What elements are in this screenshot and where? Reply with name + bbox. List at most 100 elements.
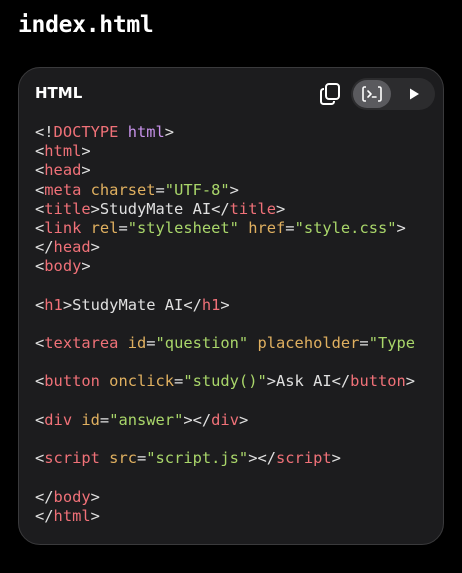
code-token-str: "answer" bbox=[109, 410, 184, 429]
code-line: </html> bbox=[35, 507, 443, 526]
code-line: <body> bbox=[35, 257, 443, 276]
code-line: <html> bbox=[35, 142, 443, 161]
code-token-str: "Type bbox=[368, 334, 416, 353]
code-token-str: "study()" bbox=[183, 372, 267, 391]
code-token-tag: meta bbox=[44, 180, 82, 199]
code-token-punc: > bbox=[405, 372, 416, 391]
code-block-card: HTML <!DOCTYPE html> <html> <head> <meta… bbox=[18, 67, 444, 545]
play-icon bbox=[410, 88, 419, 100]
code-token-punc: < bbox=[35, 180, 45, 199]
code-token-punc: = bbox=[359, 334, 369, 353]
code-token-punc: > bbox=[220, 295, 230, 314]
code-token-punc: = bbox=[155, 180, 165, 199]
code-token-punc: > bbox=[90, 238, 100, 257]
code-token-tag: h1 bbox=[201, 295, 221, 314]
code-token-punc: > bbox=[81, 142, 91, 161]
run-button[interactable] bbox=[395, 80, 433, 108]
code-token-punc: </ bbox=[211, 199, 230, 218]
code-token-punc: < bbox=[35, 410, 45, 429]
code-line: <!DOCTYPE html> bbox=[35, 123, 443, 142]
code-token-tag: html bbox=[44, 142, 82, 161]
code-token-tag: html bbox=[53, 506, 91, 525]
code-token-punc: > bbox=[276, 199, 286, 218]
code-token-attr: src bbox=[109, 449, 137, 468]
code-token-attr: placeholder bbox=[257, 334, 360, 353]
code-token-attr: href bbox=[248, 218, 286, 237]
code-token-attr: id bbox=[81, 410, 100, 429]
code-token-punc: = bbox=[285, 218, 295, 237]
code-token-punc: > bbox=[90, 487, 100, 506]
code-token-str: "script.js" bbox=[146, 449, 249, 468]
code-token-punc: < bbox=[35, 218, 45, 237]
code-token-punc: > bbox=[164, 123, 175, 141]
code-token-punc: < bbox=[35, 334, 45, 353]
code-line: <textarea id="question" placeholder="Typ… bbox=[35, 334, 443, 353]
code-token-punc: > bbox=[238, 410, 249, 429]
code-token-tag: body bbox=[44, 257, 82, 276]
code-token-attr: id bbox=[127, 334, 147, 353]
code-token-punc: = bbox=[99, 410, 110, 429]
code-token-punc: > bbox=[266, 372, 277, 391]
code-view-button[interactable] bbox=[353, 80, 391, 108]
language-label: HTML bbox=[35, 84, 83, 102]
code-token-tag: title bbox=[229, 199, 276, 218]
code-token-punc: < bbox=[35, 161, 45, 180]
code-token-punc: < bbox=[35, 257, 45, 276]
code-line: </body> bbox=[35, 488, 443, 507]
code-token-attr: onclick bbox=[109, 372, 175, 391]
code-token-tag: script bbox=[276, 449, 332, 468]
code-token-tag: title bbox=[44, 199, 91, 218]
code-token-tag: div bbox=[211, 410, 239, 429]
code-token-tag: script bbox=[44, 449, 100, 468]
code-token-punc: > bbox=[90, 199, 100, 218]
code-token-punc: < bbox=[35, 199, 45, 218]
code-token-punc: > bbox=[331, 449, 341, 468]
code-token-punc: > bbox=[90, 506, 100, 525]
view-toggle bbox=[351, 78, 435, 110]
code-token-punc: > bbox=[229, 180, 239, 199]
code-token-tag: head bbox=[53, 238, 91, 257]
code-line: <button onclick="study()">Ask AI</button… bbox=[35, 372, 443, 391]
code-line: <div id="answer"></div> bbox=[35, 411, 443, 430]
code-line: <head> bbox=[35, 161, 443, 180]
code-token-punc: ></ bbox=[248, 449, 277, 468]
code-token-kw: html bbox=[127, 123, 165, 141]
code-token-tag: div bbox=[44, 410, 73, 429]
code-token-str: "style.css" bbox=[294, 218, 397, 237]
code-token-punc: ></ bbox=[183, 410, 212, 429]
code-token-tag: link bbox=[44, 218, 82, 237]
code-token-punc: < bbox=[35, 449, 45, 468]
code-token-str: "question" bbox=[155, 334, 249, 353]
code-token-punc: </ bbox=[35, 506, 54, 525]
code-token-tag: textarea bbox=[44, 334, 119, 353]
code-token-tag: h1 bbox=[44, 295, 63, 314]
code-token-txt: Ask AI bbox=[276, 372, 332, 391]
copy-icon[interactable] bbox=[319, 82, 341, 106]
code-token-punc: </ bbox=[35, 238, 54, 257]
code-token-punc: < bbox=[35, 142, 45, 161]
code-token-punc: > bbox=[62, 295, 73, 314]
code-token-tag: button bbox=[44, 372, 100, 391]
code-token-str: "UTF-8" bbox=[164, 180, 230, 199]
code-content: <!DOCTYPE html> <html> <head> <meta charset… bbox=[35, 123, 443, 526]
code-token-punc: = bbox=[118, 218, 128, 237]
code-token-punc: </ bbox=[331, 372, 351, 391]
code-token-punc: > bbox=[81, 257, 91, 276]
code-token-punc: > bbox=[396, 218, 406, 237]
code-token-tag: DOCTYPE bbox=[53, 123, 119, 141]
code-token-punc: = bbox=[136, 449, 147, 468]
code-token-txt: StudyMate AI bbox=[72, 295, 184, 314]
code-token-punc: </ bbox=[183, 295, 202, 314]
code-token-tag: body bbox=[53, 487, 91, 506]
